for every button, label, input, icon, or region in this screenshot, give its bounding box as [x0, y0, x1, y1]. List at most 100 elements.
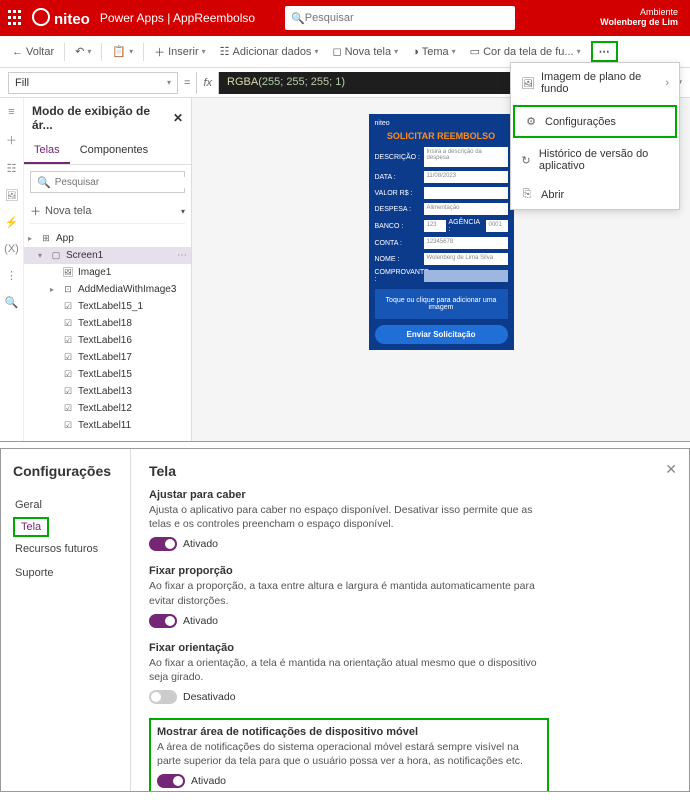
tree-close-icon[interactable]: ✕	[173, 111, 183, 125]
fld-nome[interactable]: Wolenberg de Lima Silva	[424, 253, 508, 265]
back-button[interactable]: ← Voltar	[8, 44, 58, 60]
add-data-button[interactable]: ☷ Adicionar dados▾	[216, 43, 323, 60]
phone-preview: niteo SOLICITAR REEMBOLSO DESCRIÇÃO :Ins…	[369, 114, 514, 350]
nav-futuros[interactable]: Recursos futuros	[13, 537, 118, 561]
new-screen-button[interactable]: ◻ Nova tela▾	[328, 43, 402, 60]
fld-comp[interactable]	[424, 270, 508, 282]
menu-open[interactable]: ⎘Abrir	[511, 180, 679, 209]
label-icon: ☑	[62, 369, 74, 380]
env-name: Wolenberg de Lim	[600, 17, 678, 27]
rail-search-icon[interactable]: 🔍	[5, 296, 19, 309]
close-icon[interactable]: ✕	[665, 461, 677, 478]
lbl-banco: BANCO :	[375, 223, 421, 230]
tree-node[interactable]: ☑TextLabel13	[24, 383, 191, 400]
nav-tela[interactable]: Tela	[13, 517, 49, 537]
undo-button[interactable]: ↶▾	[71, 43, 95, 60]
tree-node-screen1[interactable]: ▾▢Screen1⋯	[24, 247, 191, 264]
global-search[interactable]: 🔍	[285, 6, 515, 30]
brand-logo: niteo	[32, 8, 90, 28]
settings-nav: Configurações Geral Tela Recursos futuro…	[1, 449, 131, 791]
tree-search[interactable]: 🔍	[30, 171, 185, 193]
fx-icon[interactable]: fx	[196, 72, 219, 94]
lbl-conta: CONTA :	[375, 240, 421, 247]
rail-tools-icon[interactable]: ⋮	[6, 269, 17, 282]
tree-node[interactable]: ☑TextLabel16	[24, 332, 191, 349]
opt-desc: Ao fixar a orientação, a tela é mantida …	[149, 656, 549, 684]
header-bar: niteo Power Apps | AppReembolso 🔍 Ambien…	[0, 0, 690, 36]
tree-node[interactable]: ☑TextLabel18	[24, 315, 191, 332]
opt-desc: Ao fixar a proporção, a taxa entre altur…	[149, 579, 549, 607]
opt-label: Fixar orientação	[149, 642, 549, 654]
property-selector[interactable]: Fill▾	[8, 72, 178, 94]
search-input[interactable]	[305, 12, 509, 24]
insert-button[interactable]: ＋ Inserir▾	[150, 42, 210, 62]
nav-suporte[interactable]: Suporte	[13, 561, 118, 585]
rail-insert-icon[interactable]: ＋	[6, 132, 17, 148]
toggle-state: Ativado	[183, 538, 218, 550]
rail-flows-icon[interactable]: ⚡	[5, 216, 19, 229]
toggle-notification[interactable]	[157, 774, 185, 788]
overflow-button[interactable]: ⋯	[591, 41, 618, 62]
fld-banco[interactable]: 123	[424, 220, 446, 232]
fld-desc[interactable]: Insira a descrição da despesa	[424, 147, 508, 167]
fld-despesa[interactable]: Alimentação	[424, 203, 508, 215]
label-icon: ☑	[62, 352, 74, 363]
fld-date[interactable]: 11/08/2023	[424, 171, 508, 183]
paste-button[interactable]: 📋▾	[108, 43, 137, 60]
group-icon: ⊡	[62, 284, 74, 295]
toggle-aspect[interactable]	[149, 614, 177, 628]
fld-valor[interactable]	[424, 187, 508, 199]
opt-label: Fixar proporção	[149, 565, 549, 577]
nav-geral[interactable]: Geral	[13, 493, 118, 517]
environment-picker[interactable]: Ambiente Wolenberg de Lim	[600, 8, 682, 28]
search-icon: 🔍	[291, 12, 305, 25]
opt-desc: A área de notificações do sistema operac…	[157, 740, 541, 768]
bg-color-button[interactable]: ▭ Cor da tela de fu...▾	[466, 43, 585, 60]
tree-node[interactable]: ☑TextLabel12	[24, 400, 191, 417]
fld-agencia[interactable]: 0001	[486, 220, 508, 232]
lbl-agencia: AGÊNCIA :	[449, 219, 483, 233]
menu-settings[interactable]: ⚙Configurações	[513, 105, 677, 138]
upload-area[interactable]: Toque ou clique para adicionar uma image…	[375, 289, 508, 319]
rail-vars-icon[interactable]: (X)	[4, 243, 19, 255]
theme-button[interactable]: ◑ Tema▾	[408, 44, 460, 60]
rail-media-icon[interactable]: 🖼	[5, 189, 19, 202]
screen-icon: ▢	[50, 250, 62, 261]
tree-node-image1[interactable]: 🖼Image1	[24, 264, 191, 281]
opt-desc: Ajusta o aplicativo para caber no espaço…	[149, 503, 549, 531]
label-icon: ☑	[62, 420, 74, 431]
tree-body: ▸⊞App ▾▢Screen1⋯ 🖼Image1 ▸⊡AddMediaWithI…	[24, 230, 191, 441]
left-rail: ≡ ＋ ☷ 🖼 ⚡ (X) ⋮ 🔍	[0, 98, 24, 441]
toggle-scale[interactable]	[149, 537, 177, 551]
tree-node-app[interactable]: ▸⊞App	[24, 230, 191, 247]
tree-node[interactable]: ☑TextLabel15	[24, 366, 191, 383]
menu-bg-image[interactable]: 🖼Imagem de plano de fundo›	[511, 63, 679, 103]
tree-node[interactable]: ☑TextLabel11	[24, 417, 191, 434]
tab-components[interactable]: Componentes	[70, 138, 159, 164]
toggle-orientation[interactable]	[149, 690, 177, 704]
rail-tree-icon[interactable]: ≡	[8, 106, 14, 118]
lbl-valor: VALOR R$ :	[375, 190, 421, 197]
tree-search-input[interactable]	[55, 177, 187, 188]
label-icon: ☑	[62, 301, 74, 312]
equals-label: =	[178, 77, 196, 89]
opt-scale-to-fit: Ajustar para caber Ajusta o aplicativo p…	[149, 489, 549, 551]
waffle-icon[interactable]	[8, 10, 24, 26]
app-icon: ⊞	[40, 233, 52, 244]
tree-new-screen[interactable]: ＋ Nova tela ▾	[30, 199, 185, 224]
opt-label: Mostrar área de notificações de disposit…	[157, 726, 541, 738]
tree-node[interactable]: ☑TextLabel15_1	[24, 298, 191, 315]
fld-conta[interactable]: 12345678	[424, 237, 508, 249]
opt-notification-area: Mostrar área de notificações de disposit…	[149, 718, 549, 791]
label-icon: ☑	[62, 403, 74, 414]
tab-screens[interactable]: Telas	[24, 138, 70, 164]
submit-button[interactable]: Enviar Solicitação	[375, 325, 508, 344]
rail-data-icon[interactable]: ☷	[7, 162, 17, 175]
tree-node-addmedia[interactable]: ▸⊡AddMediaWithImage3	[24, 281, 191, 298]
opt-lock-orientation: Fixar orientação Ao fixar a orientação, …	[149, 642, 549, 704]
toggle-state: Desativado	[183, 691, 236, 703]
settings-dialog: Configurações Geral Tela Recursos futuro…	[0, 448, 690, 792]
menu-version-history[interactable]: ↻Histórico de versão do aplicativo	[511, 140, 679, 180]
tree-view-panel: Modo de exibição de ár...✕ Telas Compone…	[24, 98, 192, 441]
tree-node[interactable]: ☑TextLabel17	[24, 349, 191, 366]
